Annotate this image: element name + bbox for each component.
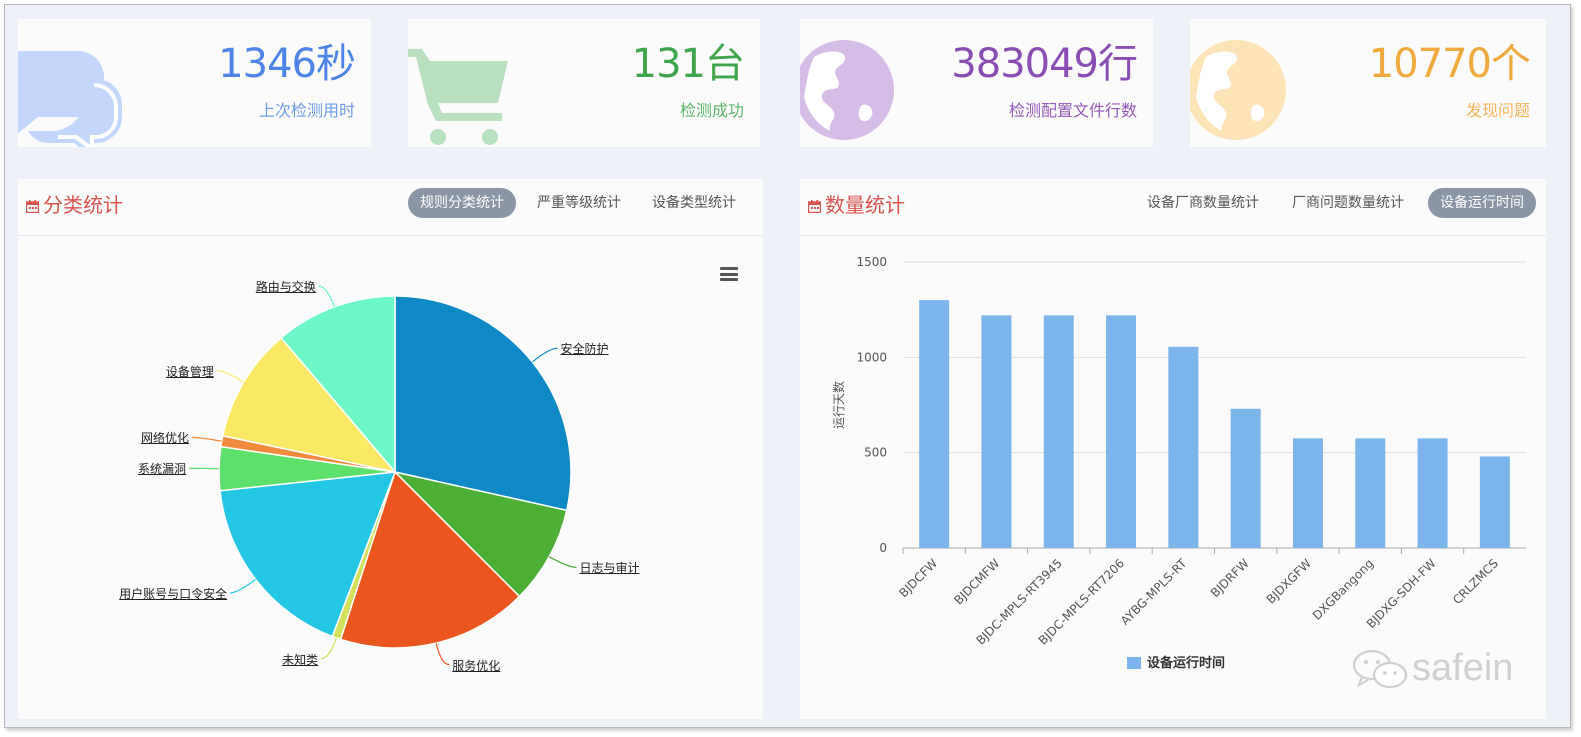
stat-value: 10770个 [1368, 41, 1531, 87]
quantity-stats-panel: 数量统计 设备厂商数量统计 厂商问题数量统计 设备运行时间 0 500 1000 15… [800, 179, 1546, 719]
pie-label: 系统漏洞 [138, 462, 187, 477]
bar[interactable] [1355, 438, 1386, 548]
legend-swatch[interactable] [1127, 657, 1141, 669]
chat-bubbles-icon [18, 51, 122, 147]
stat-label: 检测成功 [679, 101, 744, 120]
pie-connector [230, 578, 256, 594]
globe-icon [800, 40, 894, 140]
bar[interactable] [1168, 346, 1199, 548]
watermark-text: safein [1412, 647, 1514, 689]
stat-label: 检测配置文件行数 [1008, 101, 1137, 120]
pie-label: 网络优化 [141, 431, 190, 446]
pie-connector [216, 370, 245, 383]
stat-value: 131台 [631, 41, 745, 87]
pie-connector [435, 642, 450, 666]
x-tick-label: DXGBangong [1310, 556, 1377, 623]
x-tick-label: CRLZMCS [1450, 556, 1501, 607]
pie-chart [189, 285, 577, 666]
bar-chart: 050010001500运行天数BJDCFW BJDCMFWBJDC-MPLS-R… [831, 255, 1526, 671]
bar[interactable] [1230, 408, 1261, 548]
bar[interactable] [919, 300, 950, 548]
pie-label: 路由与交换 [255, 280, 316, 295]
pie-connector [318, 285, 335, 307]
bar[interactable] [1292, 438, 1323, 548]
wechat-icon [1352, 649, 1408, 689]
pie-connector [531, 347, 558, 363]
y-tick-label: 1000 [856, 350, 887, 364]
x-tick-label: BJDCFW [896, 556, 940, 600]
bar[interactable] [981, 315, 1012, 548]
bar[interactable] [1417, 438, 1448, 548]
bar[interactable] [1043, 315, 1074, 548]
x-tick-label: BJDRFW [1208, 556, 1252, 600]
pie-label: 设备管理 [165, 364, 214, 379]
pie-label: 服务优化 [452, 658, 501, 673]
bar[interactable] [1106, 315, 1137, 548]
x-tick-label: AYBG-MPLS-RT [1118, 556, 1190, 628]
pie-label: 未知类 [282, 652, 319, 667]
stat-card-config-lines: 383049行 检测配置文件行数 [800, 19, 1153, 147]
category-stats-panel: 分类统计 规则分类统计 严重等级统计 设备类型统计 安全防护 日志与审计 服务优化未… [18, 179, 763, 719]
pie-connector [192, 436, 222, 442]
pie-label: 用户账号与口令安全 [119, 586, 228, 601]
stat-label: 发现问题 [1465, 101, 1530, 120]
stat-card-check-time: 1346秒 上次检测用时 [18, 19, 371, 147]
bar[interactable] [1479, 456, 1510, 548]
pie-connector [548, 556, 577, 568]
y-tick-label: 1500 [856, 255, 887, 269]
y-axis-label: 运行天数 [831, 381, 846, 429]
stat-card-success: 131台 检测成功 [408, 19, 760, 147]
stat-label: 上次检测用时 [258, 101, 355, 120]
stat-value: 383049行 [951, 41, 1138, 87]
pie-label: 安全防护 [560, 342, 609, 357]
dashboard-frame: 1346秒 上次检测用时 131台 检测成功 383049行 检测配置文件行数 … [4, 4, 1571, 728]
x-tick-label: BJDCMFW [951, 556, 1002, 607]
stat-card-issues: 10770个 发现问题 [1190, 19, 1546, 147]
pie-label: 日志与审计 [579, 561, 640, 576]
y-tick-label: 500 [864, 446, 887, 460]
legend-label[interactable]: 设备运行时间 [1147, 655, 1225, 671]
y-tick-label: 0 [879, 541, 887, 555]
shopping-cart-icon [408, 49, 508, 145]
x-tick-label: BJDXGFW [1264, 556, 1315, 607]
globe-icon [1190, 40, 1286, 140]
pie-connector [321, 637, 337, 660]
stat-value: 1346秒 [218, 41, 356, 87]
